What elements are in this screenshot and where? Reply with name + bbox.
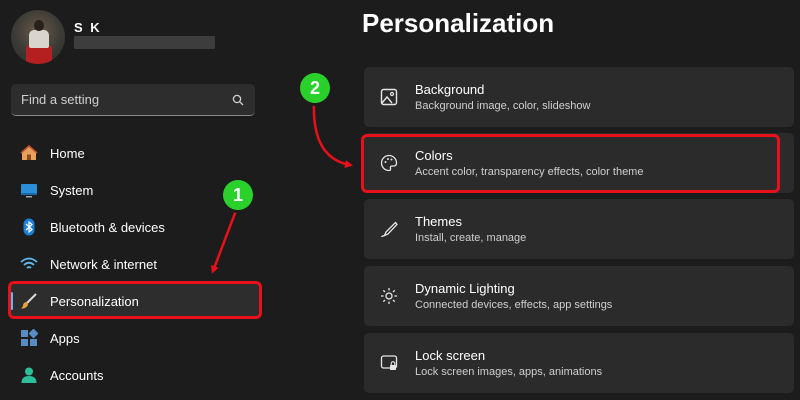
arrow-to-personalization <box>211 207 239 274</box>
annotation-arrows <box>211 102 353 274</box>
arrow-to-colors <box>312 102 353 169</box>
step-badge-1: 1 <box>223 180 253 210</box>
step-badge-2: 2 <box>300 73 330 103</box>
